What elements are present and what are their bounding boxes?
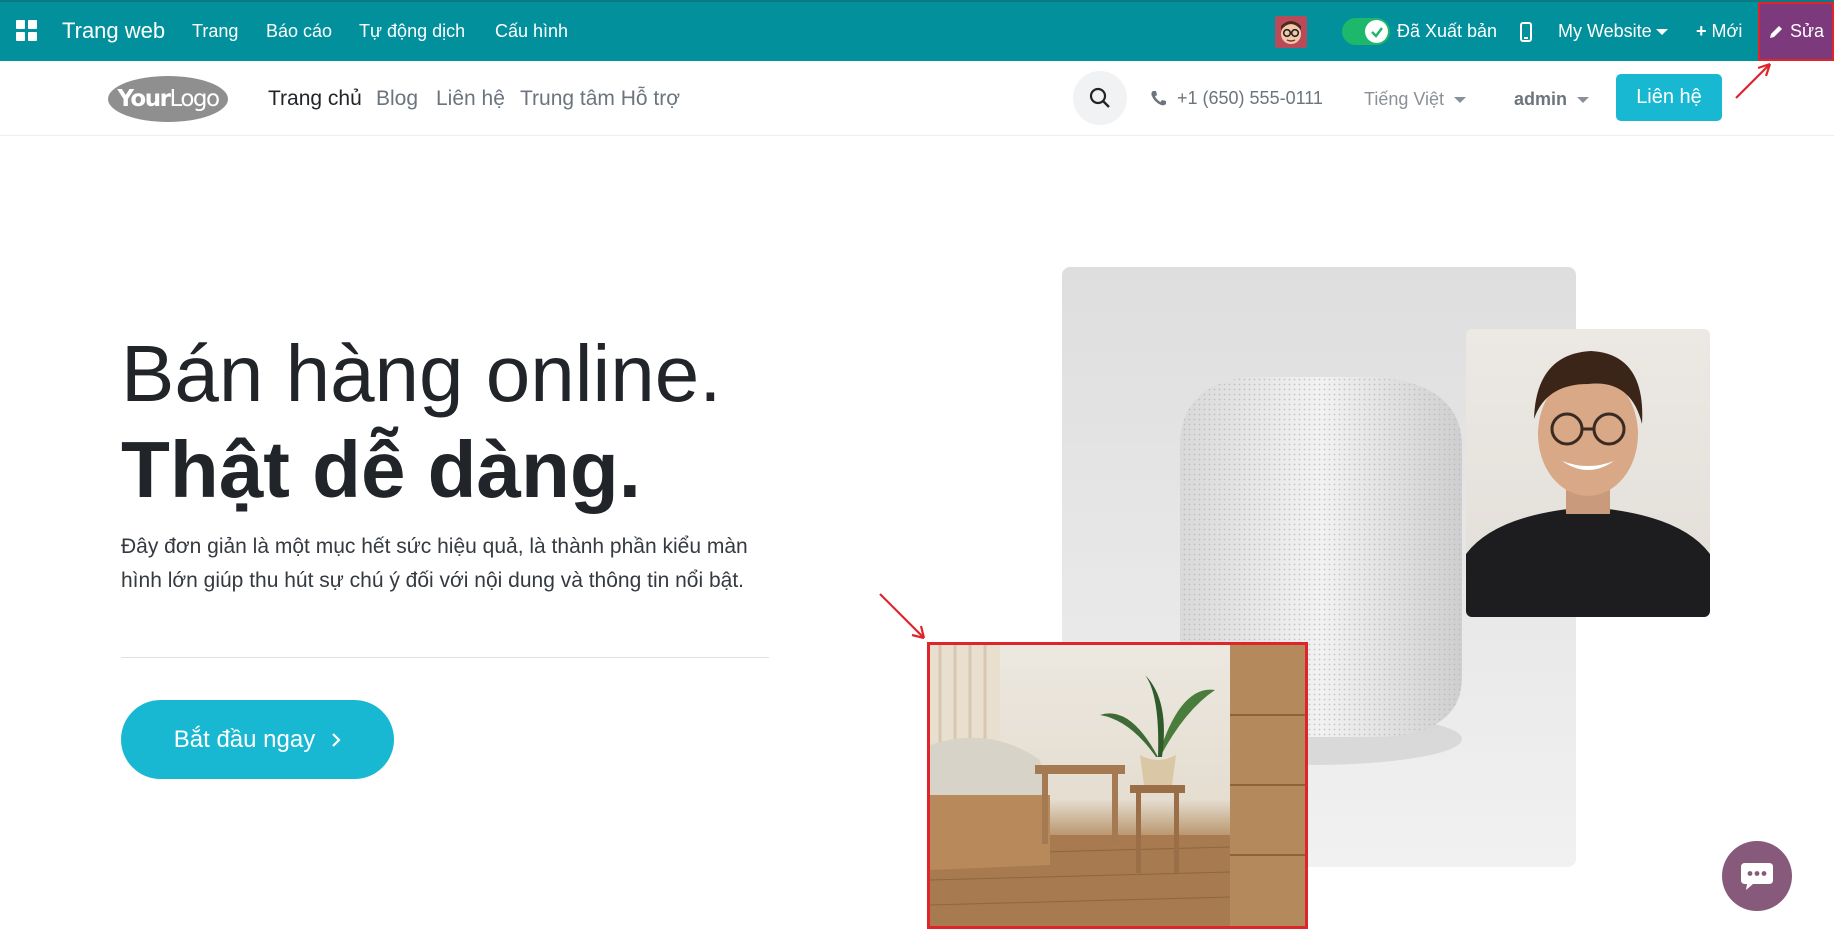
- livechat-button[interactable]: [1722, 841, 1792, 911]
- language-selector[interactable]: Tiếng Việt: [1364, 89, 1467, 110]
- menu-auto-translate[interactable]: Tự động dịch: [359, 21, 465, 42]
- chat-icon: [1741, 863, 1773, 890]
- check-icon: [1365, 20, 1388, 43]
- admin-navbar: Trang web Trang Báo cáo Tự động dịch Cấu…: [0, 0, 1834, 61]
- new-button[interactable]: + Mới: [1696, 21, 1742, 42]
- logo-light-text: Logo: [169, 86, 220, 112]
- publish-toggle[interactable]: [1342, 18, 1390, 45]
- caret-down-icon: [1577, 97, 1590, 104]
- edit-label: Sửa: [1789, 21, 1825, 41]
- menu-configuration[interactable]: Cấu hình: [495, 21, 568, 42]
- new-label: Mới: [1711, 21, 1743, 41]
- pencil-icon: [1769, 25, 1782, 38]
- website-label: My Website: [1558, 21, 1652, 41]
- mobile-icon[interactable]: [1520, 22, 1532, 47]
- start-now-label: Bắt đầu ngay: [173, 725, 316, 753]
- nav-help-center[interactable]: Trung tâm Hỗ trợ: [520, 87, 680, 111]
- chevron-right-icon: [332, 732, 341, 747]
- user-label: admin: [1514, 89, 1568, 109]
- search-icon: [1089, 87, 1110, 108]
- contact-button[interactable]: Liên hệ: [1616, 74, 1722, 121]
- logo-bold-text: Your: [117, 86, 171, 112]
- app-title[interactable]: Trang web: [62, 18, 165, 44]
- search-button[interactable]: [1073, 71, 1127, 125]
- phone-icon: [1151, 91, 1166, 106]
- website-switcher[interactable]: My Website: [1558, 21, 1668, 42]
- nav-contact[interactable]: Liên hệ: [436, 87, 505, 111]
- hero-title-line2: Thật dễ dàng.: [121, 425, 641, 514]
- caret-down-icon: [1454, 97, 1467, 104]
- user-avatar[interactable]: [1275, 16, 1307, 48]
- phone-number: +1 (650) 555-0111: [1177, 88, 1323, 108]
- plus-icon: +: [1696, 21, 1707, 41]
- language-label: Tiếng Việt: [1364, 89, 1445, 109]
- published-label[interactable]: Đã Xuất bản: [1397, 21, 1497, 42]
- nav-home[interactable]: Trang chủ: [268, 87, 362, 111]
- menu-pages[interactable]: Trang: [192, 21, 238, 42]
- edit-button[interactable]: Sửa: [1758, 2, 1834, 61]
- site-header: Your Logo Trang chủ Blog Liên hệ Trung tâ…: [0, 61, 1834, 136]
- apps-grid-icon[interactable]: [16, 20, 38, 42]
- hero-lead: Đây đơn giản là một mục hết sức hiệu quả…: [121, 535, 748, 592]
- phone-link[interactable]: +1 (650) 555-0111: [1150, 88, 1323, 109]
- caret-down-icon: [1655, 29, 1668, 36]
- menu-reports[interactable]: Báo cáo: [266, 21, 332, 42]
- nav-blog[interactable]: Blog: [376, 87, 418, 111]
- start-now-button[interactable]: Bắt đầu ngay: [121, 700, 394, 779]
- annotation-arrow-icon: [1735, 62, 1772, 99]
- user-menu[interactable]: admin: [1514, 89, 1590, 110]
- bedroom-image[interactable]: [927, 642, 1308, 929]
- divider: [121, 657, 769, 658]
- annotation-arrow-icon: [879, 593, 926, 640]
- hero-title-line1: Bán hàng online.: [121, 329, 722, 418]
- person-image[interactable]: [1466, 329, 1710, 617]
- site-logo[interactable]: Your Logo: [108, 76, 228, 122]
